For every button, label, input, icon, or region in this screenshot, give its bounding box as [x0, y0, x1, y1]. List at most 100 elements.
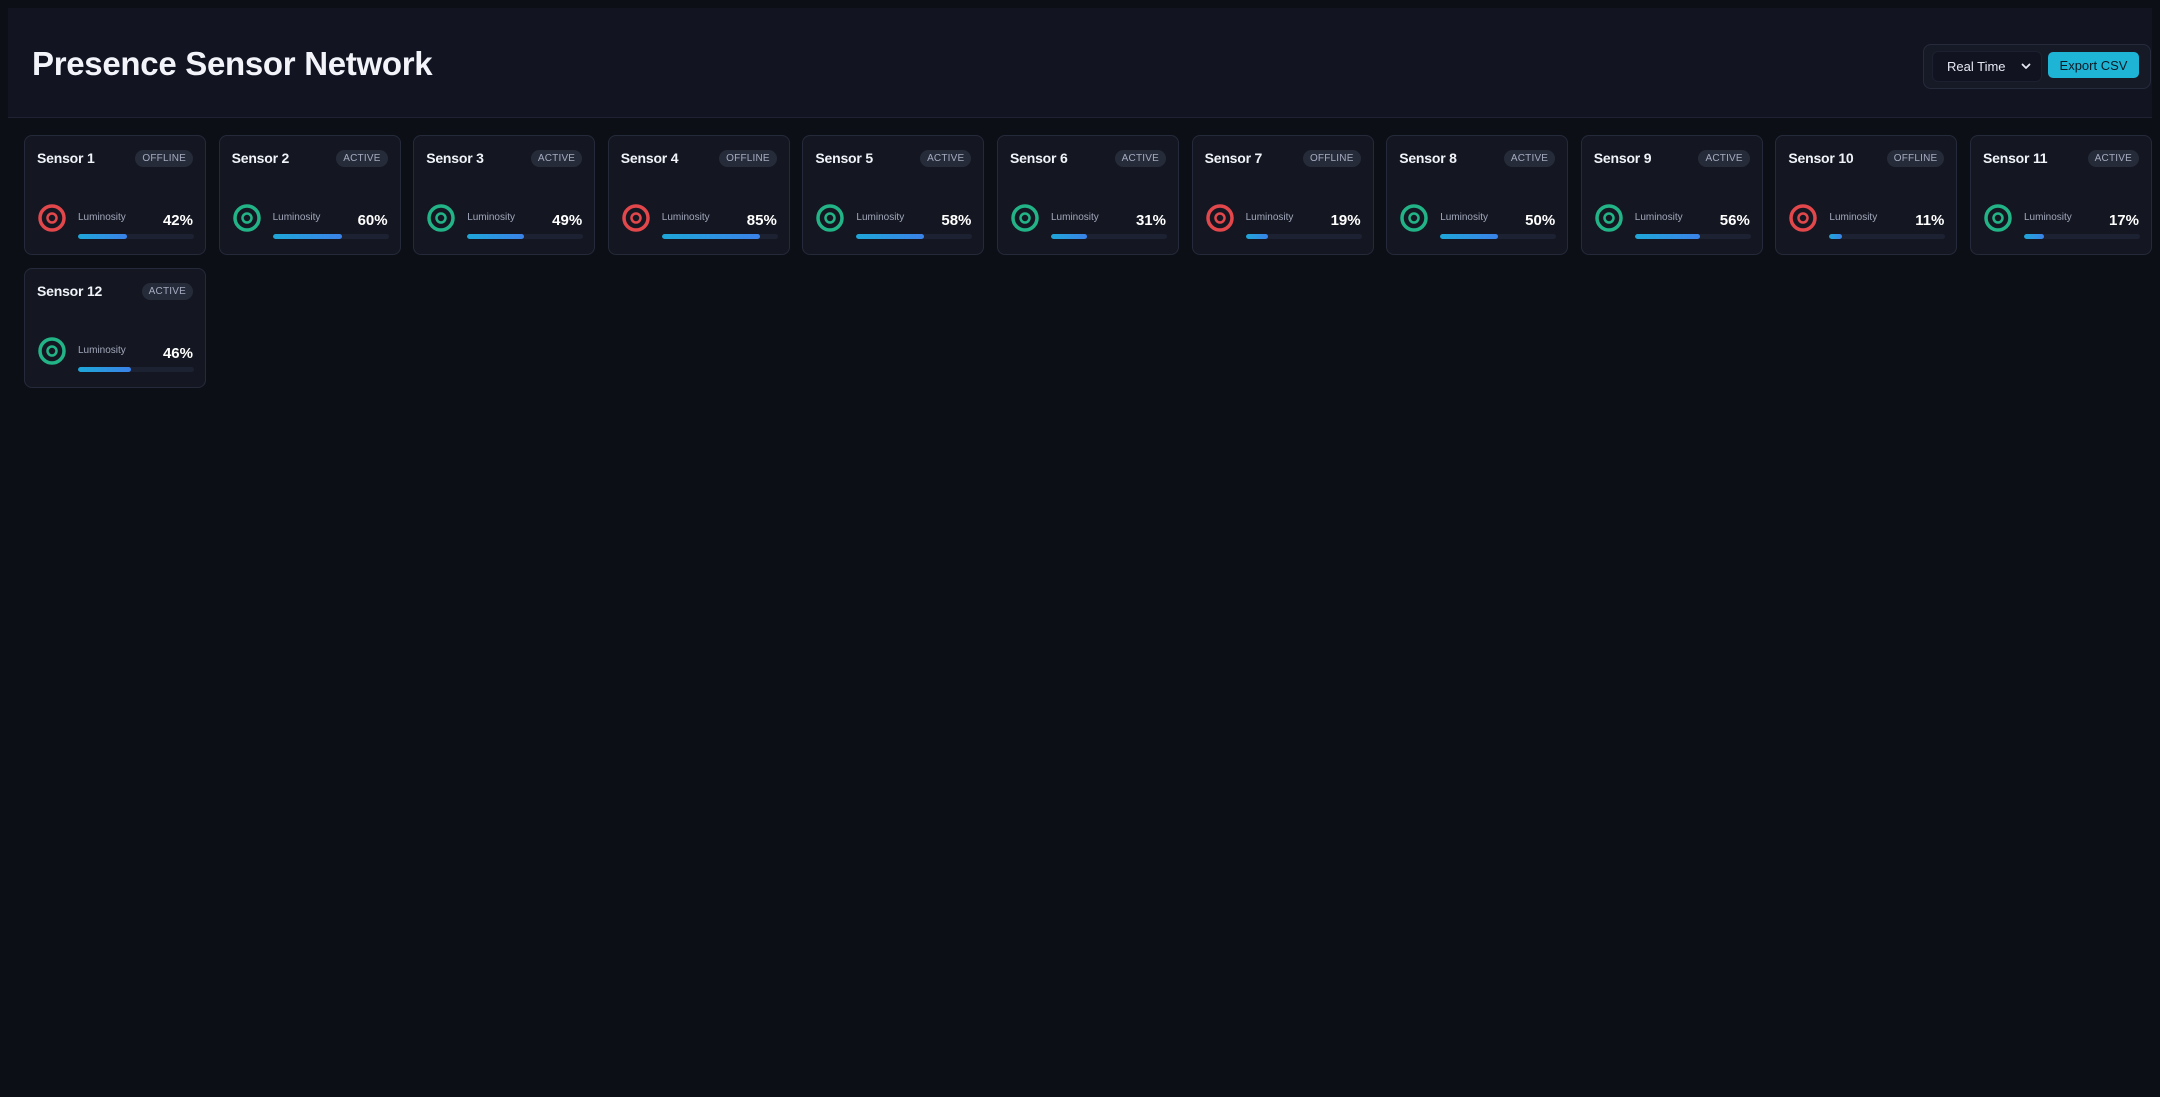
luminosity-bar-fill [467, 234, 525, 239]
presence-target-icon [1984, 204, 2012, 232]
status-badge: ACTIVE [1503, 150, 1556, 167]
metric-label: Luminosity [856, 212, 905, 223]
presence-target-icon [1595, 204, 1623, 232]
sensor-name: Sensor 9 [1593, 150, 1652, 166]
luminosity-bar-fill [272, 234, 343, 239]
presence-target-icon [1789, 204, 1818, 232]
sensor-name: Sensor 6 [1010, 150, 1068, 166]
status-badge: ACTIVE [530, 150, 583, 167]
luminosity-bar [661, 234, 778, 239]
luminosity-bar-fill [661, 234, 761, 239]
export-csv-button[interactable]: Export CSV [2048, 52, 2139, 78]
metric-value: 19% [1330, 212, 1361, 229]
status-badge: ACTIVE [1698, 150, 1750, 167]
luminosity-bar [2024, 234, 2140, 239]
metric-label: Luminosity [467, 212, 515, 223]
time-range-select[interactable]: Real Time [1932, 51, 2042, 82]
presence-target-icon [232, 204, 261, 232]
sensor-name: Sensor 10 [1788, 150, 1854, 166]
status-badge: ACTIVE [1114, 150, 1166, 167]
sensor-card[interactable]: Sensor 4 OFFLINE Luminosity 85% [607, 135, 790, 255]
sensor-card[interactable]: Sensor 7 OFFLINE Luminosity 19% [1191, 135, 1374, 255]
metric-label: Luminosity [2024, 212, 2072, 223]
metric-value: 50% [1525, 212, 1556, 229]
luminosity-bar [856, 234, 973, 239]
status-badge: ACTIVE [336, 150, 388, 167]
luminosity-bar-fill [2024, 234, 2044, 239]
sensor-name: Sensor 12 [37, 283, 103, 299]
presence-target-icon [622, 204, 650, 232]
status-badge: ACTIVE [2087, 150, 2139, 167]
metric-label: Luminosity [1634, 212, 1683, 223]
presence-target-icon [1400, 204, 1428, 232]
status-badge: OFFLINE [135, 150, 193, 167]
luminosity-bar-fill [78, 234, 127, 239]
metric-label: Luminosity [1245, 212, 1294, 223]
luminosity-bar [1245, 234, 1362, 239]
luminosity-bar-fill [1829, 234, 1843, 239]
status-badge: OFFLINE [1886, 150, 1945, 167]
header-controls: Real Time Export CSV [1923, 44, 2151, 89]
metric-value: 49% [552, 212, 583, 229]
presence-target-icon [1011, 204, 1039, 232]
status-badge: ACTIVE [141, 283, 193, 300]
metric-value: 58% [941, 212, 972, 229]
luminosity-bar [1051, 234, 1167, 239]
sensor-name: Sensor 11 [1983, 150, 2048, 166]
sensor-card[interactable]: Sensor 9 ACTIVE Luminosity 56% [1580, 135, 1763, 255]
luminosity-bar [272, 234, 389, 239]
sensor-name: Sensor 8 [1399, 150, 1457, 166]
metric-value: 42% [162, 212, 193, 229]
sensor-card[interactable]: Sensor 2 ACTIVE Luminosity 60% [218, 135, 401, 255]
luminosity-bar-fill [1440, 234, 1499, 239]
sensor-card[interactable]: Sensor 8 ACTIVE Luminosity 50% [1386, 135, 1569, 255]
luminosity-bar-fill [1634, 234, 1700, 239]
sensor-card[interactable]: Sensor 1 OFFLINE Luminosity 42% [24, 135, 206, 255]
sensor-name: Sensor 3 [426, 150, 484, 166]
luminosity-bar-fill [856, 234, 924, 239]
sensor-card[interactable]: Sensor 12 ACTIVE Luminosity 46% [24, 268, 206, 388]
status-badge: ACTIVE [920, 150, 972, 167]
metric-label: Luminosity [78, 345, 126, 356]
sensor-name: Sensor 5 [815, 150, 873, 166]
sensor-name: Sensor 4 [620, 150, 679, 166]
metric-label: Luminosity [661, 212, 710, 223]
sensor-card[interactable]: Sensor 11 ACTIVE Luminosity 17% [1970, 135, 2152, 255]
metric-value: 46% [162, 345, 193, 362]
page-header: Presence Sensor Network Real Time Export… [8, 8, 2152, 118]
metric-label: Luminosity [272, 212, 321, 223]
metric-label: Luminosity [1440, 212, 1488, 223]
luminosity-bar-fill [1245, 234, 1268, 239]
metric-label: Luminosity [1051, 212, 1099, 223]
luminosity-bar [78, 367, 194, 372]
metric-label: Luminosity [78, 212, 126, 223]
presence-target-icon [38, 337, 66, 365]
sensor-card[interactable]: Sensor 3 ACTIVE Luminosity 49% [413, 135, 596, 255]
metric-value: 17% [2108, 212, 2139, 229]
sensor-name: Sensor 7 [1204, 150, 1263, 166]
metric-value: 60% [357, 212, 388, 229]
luminosity-bar [467, 234, 584, 239]
presence-target-icon [427, 204, 455, 232]
luminosity-bar [78, 234, 194, 239]
sensor-card[interactable]: Sensor 6 ACTIVE Luminosity 31% [997, 135, 1179, 255]
page-title: Presence Sensor Network [32, 45, 433, 82]
luminosity-bar-fill [1051, 234, 1087, 239]
metric-label: Luminosity [1829, 212, 1878, 223]
sensor-card[interactable]: Sensor 10 OFFLINE Luminosity 11% [1775, 135, 1958, 255]
luminosity-bar [1829, 234, 1946, 239]
presence-target-icon [38, 204, 66, 232]
status-badge: OFFLINE [1302, 150, 1361, 167]
luminosity-bar [1634, 234, 1751, 239]
sensor-card[interactable]: Sensor 5 ACTIVE Luminosity 58% [802, 135, 985, 255]
luminosity-bar [1440, 234, 1557, 239]
metric-value: 11% [1915, 212, 1945, 229]
metric-value: 56% [1719, 212, 1750, 229]
presence-target-icon [816, 204, 845, 232]
sensor-name: Sensor 1 [37, 150, 95, 166]
status-badge: OFFLINE [719, 150, 777, 167]
time-range-select-value: Real Time [1947, 59, 2006, 74]
chevron-down-icon [2021, 63, 2031, 69]
metric-value: 85% [746, 212, 777, 229]
presence-target-icon [1205, 204, 1234, 232]
